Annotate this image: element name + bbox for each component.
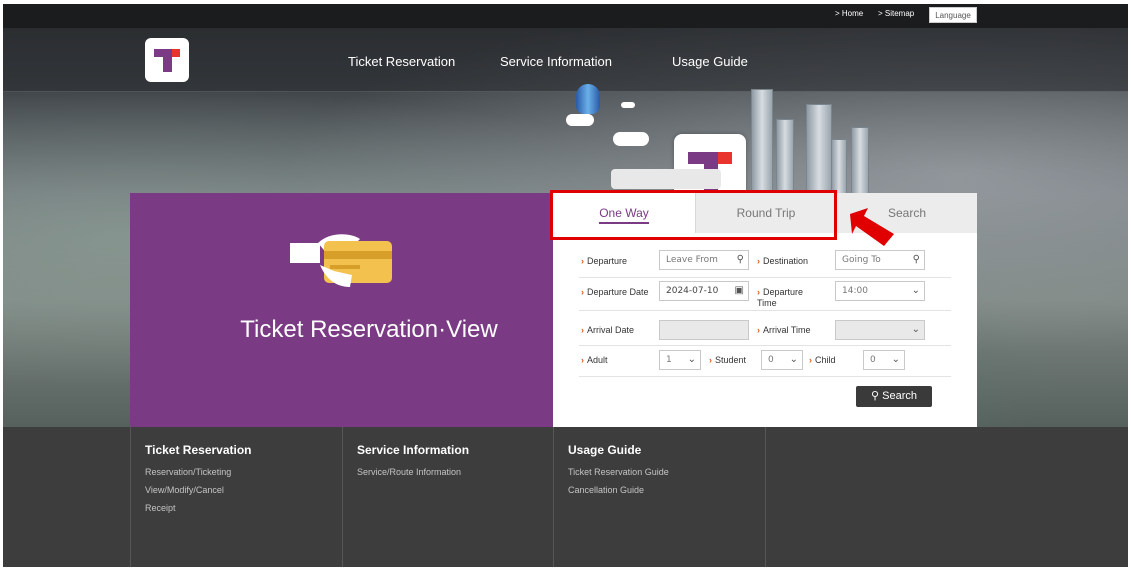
chevron-down-icon: ⌄ — [891, 354, 900, 365]
search-icon: ⚲ — [736, 254, 744, 265]
search-button[interactable]: ⚲ Search — [856, 386, 932, 407]
footer-link-receipt[interactable]: Receipt — [145, 503, 176, 513]
departure-time-label: › Departure Time — [757, 287, 804, 308]
footer-link-reservation-guide[interactable]: Ticket Reservation Guide — [568, 467, 669, 477]
chevron-down-icon: ⌄ — [911, 285, 920, 296]
calendar-icon[interactable]: ▣ — [735, 282, 744, 300]
highlight-box — [550, 190, 837, 240]
red-arrow-icon — [846, 204, 898, 250]
sitemap-link[interactable]: > Sitemap — [878, 9, 914, 18]
departure-time-select[interactable]: 14:00 ⌄ — [835, 281, 925, 301]
hero-title: Ticket Reservation·View — [240, 316, 498, 343]
child-label: › Child — [809, 355, 836, 365]
footer-heading: Usage Guide — [568, 443, 642, 457]
nav-ticket-reservation[interactable]: Ticket Reservation — [348, 54, 455, 69]
departure-date-value: 2024-07-10 — [666, 286, 719, 296]
home-link[interactable]: > Home — [835, 9, 863, 18]
site-footer: Ticket Reservation Reservation/Ticketing… — [3, 427, 1128, 567]
balloon-icon — [576, 84, 600, 114]
destination-input[interactable]: Going To ⚲ — [835, 250, 925, 270]
footer-link-service-route[interactable]: Service/Route Information — [357, 467, 461, 477]
nav-usage-guide[interactable]: Usage Guide — [672, 54, 748, 69]
utility-bar: > Home > Sitemap Language — [3, 4, 1128, 28]
departure-date-label: › Departure Date — [581, 287, 649, 297]
arrival-date-label: › Arrival Date — [581, 325, 635, 335]
chevron-down-icon: ⌄ — [687, 354, 696, 365]
chevron-down-icon: ⌄ — [911, 324, 920, 335]
adult-label: › Adult — [581, 355, 608, 365]
nav-service-information[interactable]: Service Information — [500, 54, 612, 69]
search-icon: ⚲ — [912, 254, 920, 265]
footer-column-usage-guide: Usage Guide Ticket Reservation Guide Can… — [553, 427, 765, 567]
child-value: 0 — [870, 355, 876, 365]
bus-icon — [611, 169, 721, 189]
footer-link-cancellation-guide[interactable]: Cancellation Guide — [568, 485, 644, 495]
card-hand-icon — [290, 229, 396, 298]
logo-icon[interactable] — [145, 38, 189, 82]
child-select[interactable]: 0 ⌄ — [863, 350, 905, 370]
departure-time-value: 14:00 — [842, 286, 868, 296]
arrival-date-input[interactable] — [659, 320, 749, 340]
student-value: 0 — [768, 355, 774, 365]
departure-date-input[interactable]: 2024-07-10 ▣ — [659, 281, 749, 301]
row-divider — [579, 310, 951, 311]
arrival-time-select[interactable]: ⌄ — [835, 320, 925, 340]
footer-heading: Service Information — [357, 443, 470, 457]
row-divider — [579, 376, 951, 377]
adult-value: 1 — [666, 355, 672, 365]
footer-column-ticket-reservation: Ticket Reservation Reservation/Ticketing… — [130, 427, 342, 567]
language-button[interactable]: Language — [929, 7, 977, 23]
footer-column-service-information: Service Information Service/Route Inform… — [342, 427, 553, 567]
arrival-time-label: › Arrival Time — [757, 325, 811, 335]
search-icon: ⚲ — [871, 390, 880, 402]
adult-select[interactable]: 1 ⌄ — [659, 350, 701, 370]
browser-viewport: > Home > Sitemap Language Ticket Reserva… — [3, 4, 1128, 567]
footer-heading: Ticket Reservation — [145, 443, 252, 457]
footer-divider — [765, 427, 766, 567]
chevron-down-icon: ⌄ — [789, 354, 798, 365]
destination-placeholder: Going To — [842, 255, 881, 265]
hero-panel: Ticket Reservation·View — [130, 193, 553, 427]
departure-label: › Departure — [581, 256, 628, 266]
departure-input[interactable]: Leave From ⚲ — [659, 250, 749, 270]
student-label: › Student — [709, 355, 747, 365]
row-divider — [579, 277, 951, 278]
student-select[interactable]: 0 ⌄ — [761, 350, 803, 370]
footer-link-reservation-ticketing[interactable]: Reservation/Ticketing — [145, 467, 231, 477]
departure-placeholder: Leave From — [666, 255, 718, 265]
destination-label: › Destination — [757, 256, 809, 266]
search-button-label: Search — [882, 390, 917, 402]
row-divider — [579, 345, 951, 346]
footer-link-view-modify-cancel[interactable]: View/Modify/Cancel — [145, 485, 224, 495]
city-illustration — [551, 74, 891, 202]
